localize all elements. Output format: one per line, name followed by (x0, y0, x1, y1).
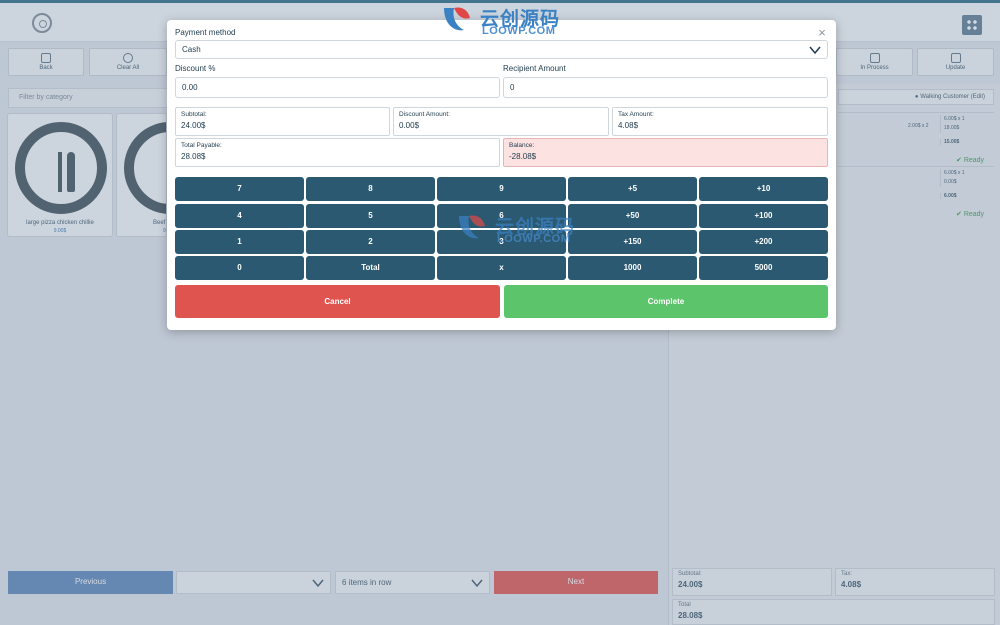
key-3[interactable]: 3 (437, 230, 566, 254)
key-7[interactable]: 7 (175, 177, 304, 201)
complete-button[interactable]: Complete (504, 285, 828, 318)
subtotal-box: Subtotal: 24.00$ (175, 107, 390, 136)
discount-amount-value: 0.00$ (399, 121, 420, 130)
total-payable-value: 28.08$ (181, 152, 206, 161)
discount-label: Discount % (175, 64, 216, 73)
key-0[interactable]: 0 (175, 256, 304, 280)
key-4[interactable]: 4 (175, 204, 304, 228)
key-clear-x[interactable]: x (437, 256, 566, 280)
key-plus-200[interactable]: +200 (699, 230, 828, 254)
subtotal-label: Subtotal: (181, 111, 207, 118)
total-payable-label: Total Payable: (181, 142, 222, 149)
payment-method-value: Cash (182, 45, 201, 54)
key-5[interactable]: 5 (306, 204, 435, 228)
key-1000[interactable]: 1000 (568, 256, 697, 280)
key-5000[interactable]: 5000 (699, 256, 828, 280)
key-plus-150[interactable]: +150 (568, 230, 697, 254)
payment-modal: × Payment method Cash Discount % 0.00 Re… (167, 20, 836, 330)
key-plus-10[interactable]: +10 (699, 177, 828, 201)
discount-amount-box: Discount Amount: 0.00$ (393, 107, 609, 136)
key-total[interactable]: Total (306, 256, 435, 280)
key-plus-50[interactable]: +50 (568, 204, 697, 228)
recipient-amount-label: Recipient Amount (503, 64, 566, 73)
key-plus-5[interactable]: +5 (568, 177, 697, 201)
tax-amount-value: 4.08$ (618, 121, 639, 130)
close-icon[interactable]: × (815, 26, 829, 40)
key-6[interactable]: 6 (437, 204, 566, 228)
balance-value: -28.08$ (509, 152, 537, 161)
key-8[interactable]: 8 (306, 177, 435, 201)
cancel-button[interactable]: Cancel (175, 285, 500, 318)
key-1[interactable]: 1 (175, 230, 304, 254)
total-payable-box: Total Payable: 28.08$ (175, 138, 500, 167)
subtotal-value: 24.00$ (181, 121, 206, 130)
payment-method-label: Payment method (175, 28, 236, 37)
balance-label: Balance: (509, 142, 535, 149)
discount-input[interactable]: 0.00 (175, 77, 500, 98)
balance-box: Balance: -28.08$ (503, 138, 828, 167)
discount-amount-label: Discount Amount: (399, 111, 450, 118)
recipient-amount-input[interactable]: 0 (503, 77, 828, 98)
key-9[interactable]: 9 (437, 177, 566, 201)
tax-amount-label: Tax Amount: (618, 111, 654, 118)
payment-method-select[interactable]: Cash (175, 40, 828, 59)
chevron-down-icon (809, 46, 821, 55)
key-plus-100[interactable]: +100 (699, 204, 828, 228)
key-2[interactable]: 2 (306, 230, 435, 254)
tax-amount-box: Tax Amount: 4.08$ (612, 107, 828, 136)
